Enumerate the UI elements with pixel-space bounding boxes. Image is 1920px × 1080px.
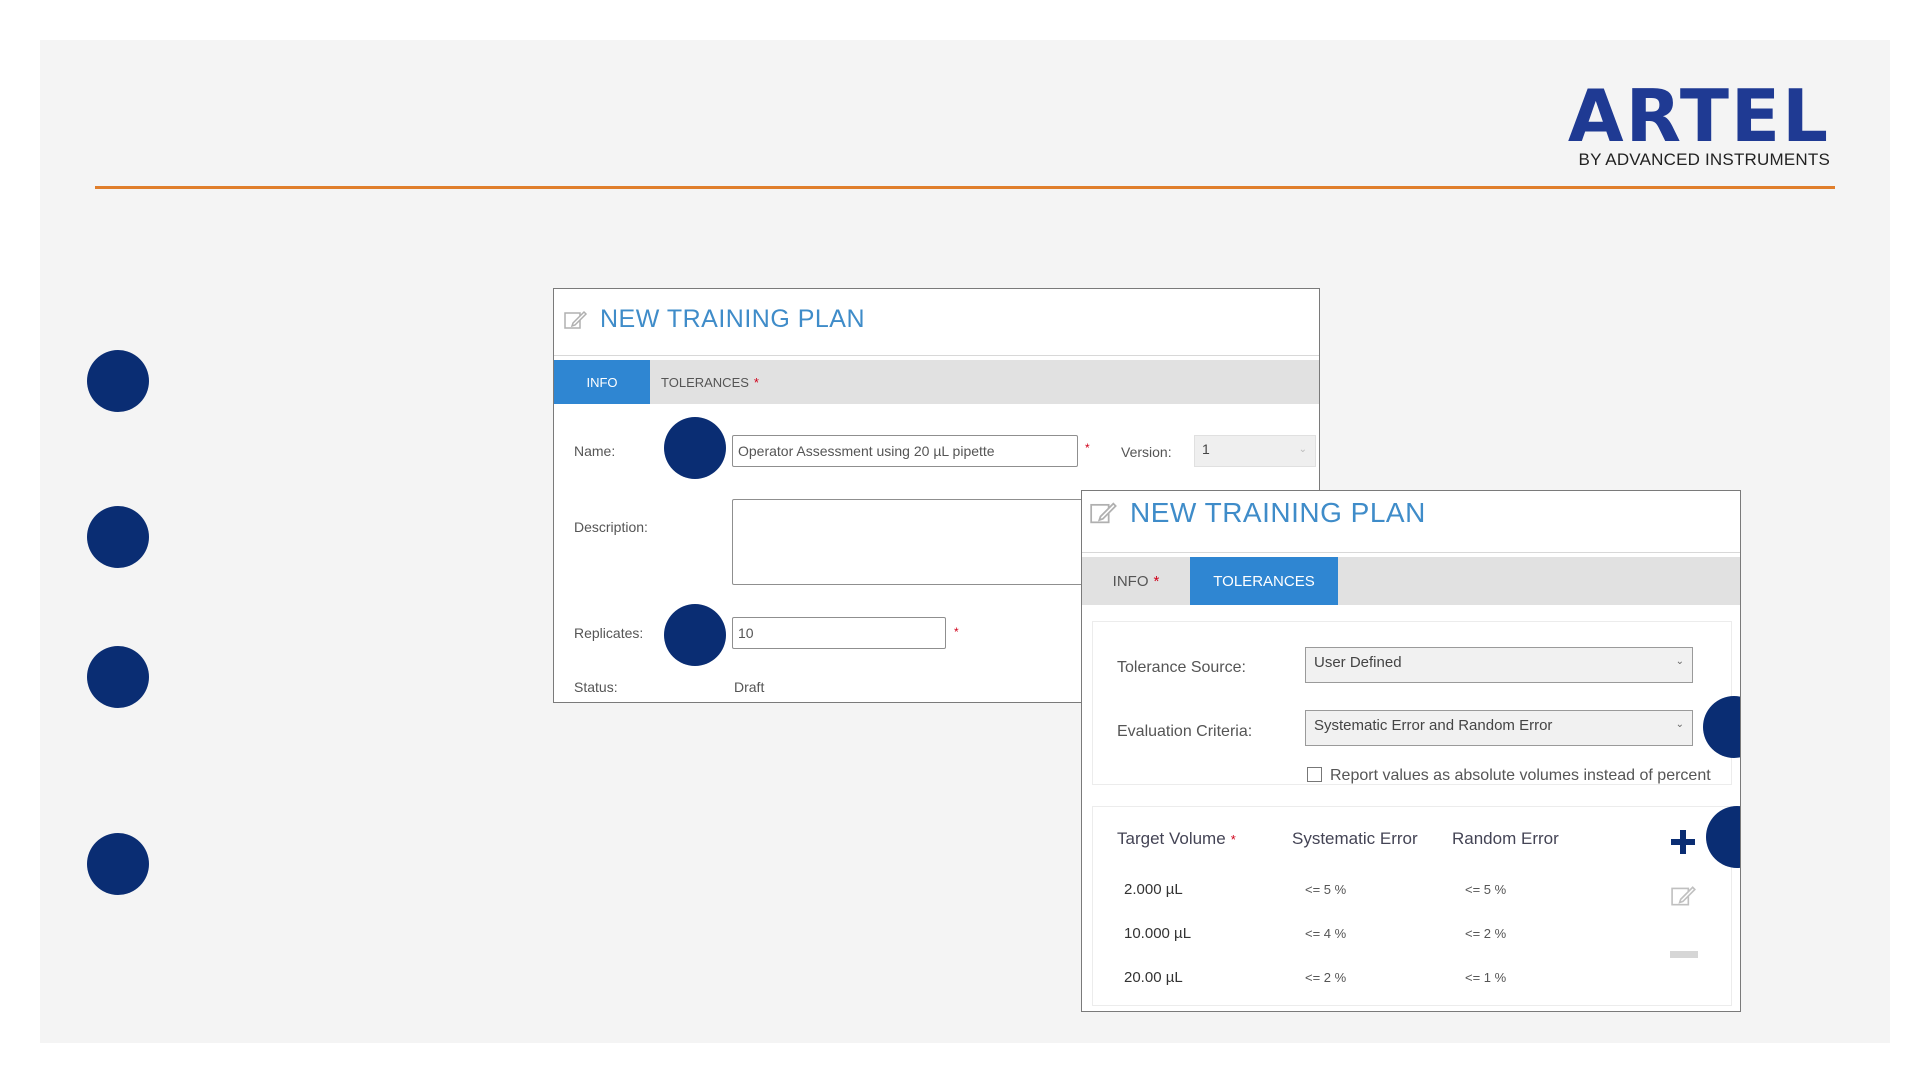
column-header-random-error: Random Error — [1452, 829, 1559, 848]
tolerances-panel-title: NEW TRAINING PLAN — [1090, 497, 1426, 529]
description-label: Description: — [574, 519, 648, 535]
replicates-required-mark: * — [954, 625, 959, 639]
name-required-mark: * — [1085, 441, 1090, 455]
callout-bullet-name — [664, 417, 726, 479]
callout-bullet-2 — [87, 506, 149, 568]
table-cell-systematic-error: <= 2 % — [1305, 970, 1347, 985]
header-divider — [95, 186, 1835, 189]
report-absolute-checkbox[interactable] — [1307, 767, 1322, 782]
info-panel-title: NEW TRAINING PLAN — [564, 305, 865, 334]
column-header-target-volume: Target Volume * — [1117, 829, 1236, 848]
artel-logo: ARTEL BY ADVANCED INSTRUMENTS — [1568, 80, 1830, 170]
tolerances-tabs: INFO * TOLERANCES — [1082, 557, 1740, 605]
status-label: Status: — [574, 679, 618, 695]
table-cell-systematic-error: <= 4 % — [1305, 926, 1347, 941]
info-tabs: INFO TOLERANCES * — [554, 360, 1319, 404]
tolerance-source-label: Tolerance Source: — [1117, 659, 1246, 676]
evaluation-criteria-label: Evaluation Criteria: — [1117, 723, 1253, 740]
edit-icon — [1090, 500, 1118, 526]
minus-icon[interactable] — [1670, 951, 1698, 958]
evaluation-criteria-select[interactable]: Systematic Error and Random Error ⌄ — [1305, 710, 1693, 746]
callout-bullet-4 — [87, 833, 149, 895]
tab-info[interactable]: INFO * — [1082, 557, 1190, 605]
tab-tolerances[interactable]: TOLERANCES — [1190, 557, 1338, 605]
replicates-label: Replicates: — [574, 625, 644, 641]
edit-icon[interactable] — [1671, 884, 1697, 913]
tab-info[interactable]: INFO — [554, 360, 650, 404]
name-field[interactable] — [732, 435, 1078, 467]
table-cell-target-volume: 2.000 µL — [1124, 881, 1183, 898]
table-cell-random-error: <= 5 % — [1465, 882, 1507, 897]
description-field[interactable] — [732, 499, 1092, 585]
table-cell-random-error: <= 2 % — [1465, 926, 1507, 941]
report-absolute-label: Report values as absolute volumes instea… — [1330, 767, 1711, 784]
table-cell-systematic-error: <= 5 % — [1305, 882, 1347, 897]
panel-title-text: NEW TRAINING PLAN — [600, 305, 866, 333]
tolerances-panel: NEW TRAINING PLAN INFO * TOLERANCES Toler… — [1081, 490, 1741, 1012]
plus-icon[interactable] — [1669, 828, 1697, 856]
tab-tolerances[interactable]: TOLERANCES * — [650, 360, 770, 404]
callout-bullet-1 — [87, 350, 149, 412]
callout-bullet-3 — [87, 646, 149, 708]
status-value: Draft — [734, 679, 765, 695]
table-cell-target-volume: 20.00 µL — [1124, 969, 1183, 986]
name-label: Name: — [574, 443, 616, 459]
panel-title-text: NEW TRAINING PLAN — [1130, 497, 1426, 528]
column-header-systematic-error: Systematic Error — [1292, 829, 1418, 848]
brand-tagline: BY ADVANCED INSTRUMENTS — [1578, 150, 1830, 169]
table-cell-random-error: <= 1 % — [1465, 970, 1507, 985]
brand-name: ARTEL — [1567, 74, 1830, 158]
edit-icon — [564, 309, 588, 331]
version-select[interactable]: 1 ⌄ — [1194, 435, 1316, 467]
tolerance-settings-section — [1092, 621, 1732, 785]
tolerance-source-select[interactable]: User Defined ⌄ — [1305, 647, 1693, 683]
callout-bullet-replicates — [664, 604, 726, 666]
version-label: Version: — [1121, 444, 1172, 460]
table-cell-target-volume: 10.000 µL — [1124, 925, 1192, 942]
replicates-field[interactable] — [732, 617, 946, 649]
